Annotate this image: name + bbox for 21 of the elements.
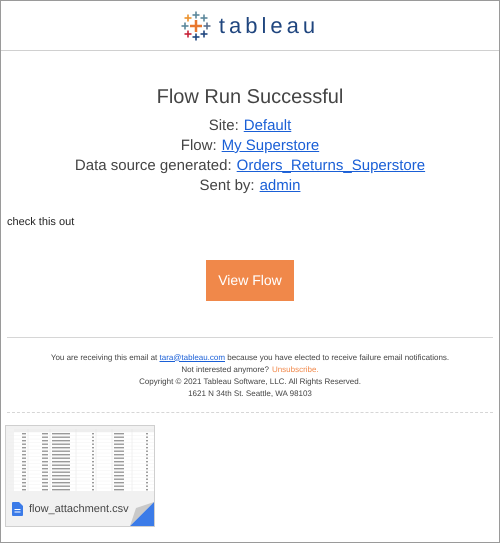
detail-link[interactable]: admin <box>260 176 300 196</box>
detail-label: Flow: <box>180 136 217 156</box>
address-text: 1621 N 34th St. Seattle, WA 98103 <box>188 388 312 400</box>
logo-icon <box>180 10 211 40</box>
detail-label: Sent by: <box>200 176 255 196</box>
attachment-filename: flow_attachment.csv <box>29 502 129 516</box>
unsubscribe-prompt: Not interested anymore? <box>181 364 269 376</box>
message-text: check this out <box>7 215 76 230</box>
email-link[interactable]: tara@tableau.com <box>160 352 226 362</box>
detail-label: Site: <box>208 116 239 136</box>
detail-link[interactable]: My Superstore <box>222 136 320 156</box>
detail-link[interactable]: Default <box>244 116 292 136</box>
logo-text: tableau <box>218 12 320 40</box>
email-title: Flow Run Successful <box>156 85 344 110</box>
notice-text: You are receiving this email at tara@tableau.com because you have elected to receive failure email notifications. <box>50 352 450 364</box>
document-icon <box>12 502 23 516</box>
attachment-card[interactable]: flow_attachment.csv <box>5 424 155 526</box>
page-curl-icon <box>130 502 154 526</box>
detail-link[interactable]: Orders_Returns_Superstore <box>236 156 426 176</box>
detail-label: Data source generated: <box>74 156 232 176</box>
copyright-text: Copyright © 2021 Tableau Software, LLC. All Rights Reserved. <box>139 376 361 388</box>
